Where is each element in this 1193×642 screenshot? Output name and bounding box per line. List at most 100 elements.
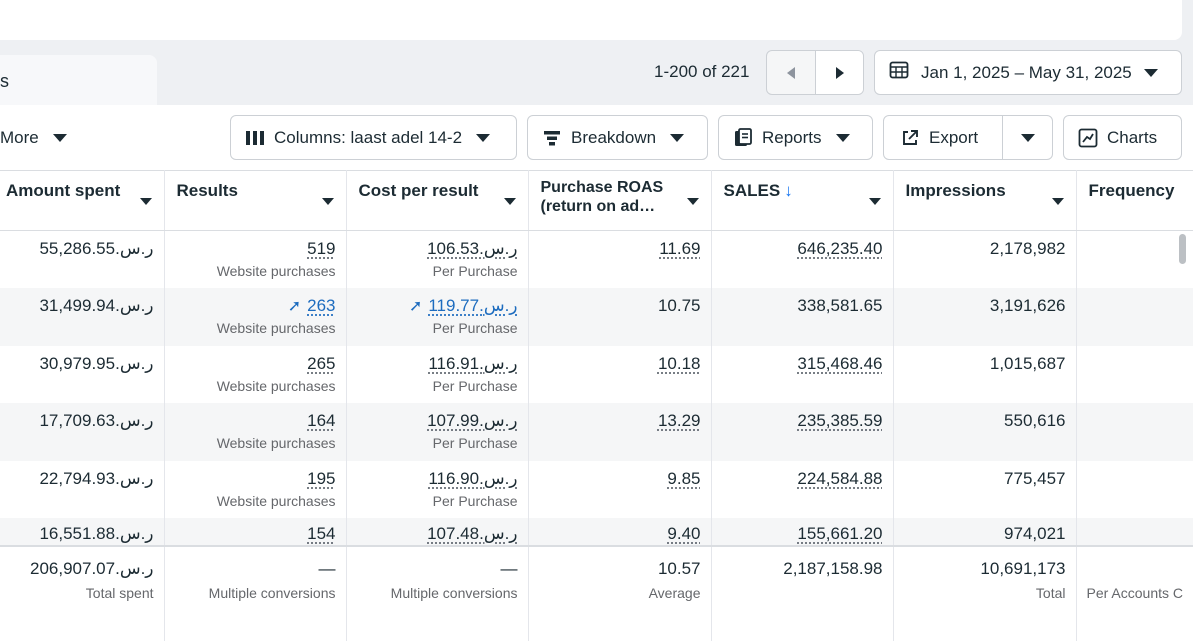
- header-purchase-roas[interactable]: Purchase ROAS (return on ad…: [528, 170, 712, 231]
- results-cell: 154: [164, 518, 347, 546]
- results-cell: 519 Website purchases: [164, 230, 347, 288]
- impressions-cell: 1,015,687: [893, 345, 1077, 403]
- amount-spent-cell: 30,979.95.ر.س: [0, 345, 165, 403]
- charts-label: Charts: [1107, 127, 1158, 147]
- tab-partial[interactable]: s: [0, 55, 157, 105]
- breakdown-icon: [542, 128, 562, 148]
- pager: [766, 50, 864, 95]
- sales-cell: 224,584.88: [711, 460, 894, 518]
- chevron-down-icon: [52, 134, 67, 142]
- header-results[interactable]: Results: [164, 170, 347, 231]
- trending-up-icon: ➚: [287, 298, 302, 315]
- tab-label: s: [0, 71, 9, 91]
- frequency-cell: [1076, 518, 1193, 546]
- pagination-text: 1-200 of 221: [654, 62, 750, 81]
- total-sales-cell: 2,187,158.98: [711, 545, 894, 641]
- impressions-cell: 3,191,626: [893, 288, 1077, 346]
- cost-per-result-cell: 106.53.ر.س Per Purchase: [346, 230, 529, 288]
- chevron-down-icon: [1143, 68, 1158, 77]
- reports-label: Reports: [762, 127, 822, 147]
- amount-spent-cell: 22,794.93.ر.س: [0, 460, 165, 518]
- roas-cell: 10.18: [528, 345, 712, 403]
- table-row[interactable]: 22,794.93.ر.س 195 Website purchases 116.9…: [0, 460, 1193, 518]
- frequency-cell: [1076, 230, 1193, 288]
- cost-per-result-cell: 116.90.ر.س Per Purchase: [346, 460, 529, 518]
- cost-per-result-cell: 107.99.ر.س Per Purchase: [346, 403, 529, 461]
- chevron-down-icon[interactable]: [686, 198, 699, 205]
- total-cpr-cell: — Multiple conversions: [346, 545, 529, 641]
- sort-descending-icon: ↓: [784, 181, 793, 200]
- chevron-down-icon[interactable]: [139, 198, 152, 205]
- amount-spent-cell: 55,286.55.ر.س: [0, 230, 165, 288]
- roas-cell: 13.29: [528, 403, 712, 461]
- export-label: Export: [929, 127, 979, 147]
- chevron-down-icon[interactable]: [321, 198, 334, 205]
- vertical-scrollbar[interactable]: [1179, 234, 1186, 264]
- chevron-down-icon[interactable]: [503, 198, 516, 205]
- total-results-cell: — Multiple conversions: [164, 545, 347, 641]
- breakdown-button[interactable]: Breakdown: [527, 115, 708, 160]
- export-icon: [900, 128, 920, 148]
- chevron-down-icon: [670, 133, 685, 142]
- frequency-cell: [1076, 403, 1193, 461]
- total-amount-cell: 206,907.07.ر.س Total spent: [0, 545, 165, 641]
- table-row[interactable]: 55,286.55.ر.س 519 Website purchases 106.5…: [0, 230, 1193, 288]
- export-button[interactable]: Export: [883, 115, 1003, 160]
- roas-cell: 9.40: [528, 518, 712, 546]
- reports-button[interactable]: Reports: [718, 115, 873, 160]
- total-frequency-cell: Per Accounts C: [1076, 545, 1193, 641]
- total-impressions-cell: 10,691,173 Total: [893, 545, 1077, 641]
- amount-spent-cell: 31,499.94.ر.س: [0, 288, 165, 346]
- next-page-button[interactable]: [815, 51, 863, 94]
- table-row[interactable]: 31,499.94.ر.س ➚ 263 Website purchases ➚ 119…: [0, 288, 1193, 346]
- export-options-button[interactable]: [1002, 115, 1053, 160]
- columns-icon: [245, 128, 265, 148]
- more-button[interactable]: More: [0, 128, 67, 148]
- trending-up-icon: ➚: [408, 298, 423, 315]
- results-cell: 195 Website purchases: [164, 460, 347, 518]
- cost-per-result-cell: 116.91.ر.س Per Purchase: [346, 345, 529, 403]
- roas-cell: 9.85: [528, 460, 712, 518]
- amount-spent-cell: 16,551.88.ر.س: [0, 518, 165, 546]
- table-header-row: Amount spent Results Cost per result Pur…: [0, 170, 1193, 231]
- sales-cell: 646,235.40: [711, 230, 894, 288]
- frequency-cell: [1076, 460, 1193, 518]
- table-row[interactable]: 16,551.88.ر.س 154 107.48.ر.س 9.40 155,66…: [0, 518, 1193, 546]
- table-row[interactable]: 17,709.63.ر.س 164 Website purchases 107.9…: [0, 403, 1193, 461]
- cost-per-result-cell: 107.48.ر.س: [346, 518, 529, 546]
- chevron-down-icon[interactable]: [868, 198, 881, 205]
- more-label: More: [0, 128, 39, 147]
- results-cell: ➚ 263 Website purchases: [164, 288, 347, 346]
- charts-button[interactable]: Charts: [1063, 115, 1182, 160]
- header-impressions[interactable]: Impressions: [893, 170, 1077, 231]
- calendar-icon: [889, 60, 909, 85]
- columns-button[interactable]: Columns: laast adel 14-2: [230, 115, 517, 160]
- header-frequency[interactable]: Frequency: [1076, 170, 1193, 231]
- header-amount-spent[interactable]: Amount spent: [0, 170, 165, 231]
- chevron-left-icon: [787, 66, 795, 79]
- header-cost-per-result[interactable]: Cost per result: [346, 170, 529, 231]
- sales-cell: 338,581.65: [711, 288, 894, 346]
- header-sales[interactable]: SALES ↓: [711, 170, 894, 231]
- frequency-cell: [1076, 288, 1193, 346]
- roas-cell: 10.75: [528, 288, 712, 346]
- table-row[interactable]: 30,979.95.ر.س 265 Website purchases 116.9…: [0, 345, 1193, 403]
- charts-icon: [1078, 128, 1098, 148]
- impressions-cell: 974,021: [893, 518, 1077, 546]
- totals-row: 206,907.07.ر.س Total spent — Multiple conv…: [0, 545, 1193, 641]
- date-range-label: Jan 1, 2025 – May 31, 2025: [921, 62, 1132, 82]
- chevron-down-icon: [1020, 133, 1035, 142]
- date-range-picker[interactable]: Jan 1, 2025 – May 31, 2025: [874, 50, 1182, 95]
- roas-cell: 11.69: [528, 230, 712, 288]
- results-cell: 265 Website purchases: [164, 345, 347, 403]
- ads-table: Amount spent Results Cost per result Pur…: [0, 170, 1193, 641]
- sales-cell: 315,468.46: [711, 345, 894, 403]
- chevron-down-icon[interactable]: [1051, 198, 1064, 205]
- sales-cell: 235,385.59: [711, 403, 894, 461]
- impressions-cell: 775,457: [893, 460, 1077, 518]
- amount-spent-cell: 17,709.63.ر.س: [0, 403, 165, 461]
- results-cell: 164 Website purchases: [164, 403, 347, 461]
- previous-page-button[interactable]: [767, 51, 815, 94]
- impressions-cell: 550,616: [893, 403, 1077, 461]
- chevron-down-icon: [476, 133, 491, 142]
